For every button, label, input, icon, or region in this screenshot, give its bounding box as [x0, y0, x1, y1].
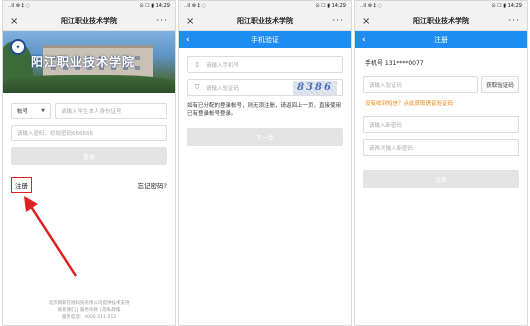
window-titlebar: × 阳江职业技术学院 ··· [179, 12, 351, 31]
account-type-select[interactable]: 帐号 ▼ [11, 103, 51, 119]
page-title: 手机验证 [251, 35, 279, 44]
back-icon[interactable]: ‹ [186, 35, 200, 45]
caret-down-icon: ▼ [41, 108, 45, 114]
close-icon[interactable]: × [186, 16, 200, 27]
id-number-input[interactable]: 请输入学生本人身份证号 [55, 103, 167, 119]
login-button[interactable]: 登录 [11, 147, 167, 165]
more-icon[interactable]: ··· [506, 17, 520, 26]
back-icon[interactable]: ‹ [362, 35, 376, 45]
status-bar: ‥il ⊗ ‡ ◌ ⊙ ☐ ▮ 14:29 [179, 1, 351, 12]
next-button[interactable]: 下一步 [187, 128, 343, 146]
trees-decoration [3, 75, 175, 93]
window-title: 阳江职业技术学院 [237, 17, 293, 25]
status-right: ⊙ ☐ ▮ 14:29 [491, 3, 522, 9]
new-password-input[interactable]: 请输入新密码 [363, 116, 519, 133]
shield-icon: ⛉ [194, 83, 200, 91]
login-form: 帐号 ▼ 请输入学生本人身份证号 请输入密码，初始密码666666 登录 [3, 93, 175, 165]
more-icon[interactable]: ··· [330, 17, 344, 26]
phone-verify-screen: ‥il ⊗ ‡ ◌ ⊙ ☐ ▮ 14:29 × 阳江职业技术学院 ··· ‹ 手… [178, 0, 352, 326]
register-screen: ‥il ⊗ ‡ ◌ ⊙ ☐ ▮ 14:29 × 阳江职业技术学院 ··· ‹ 注… [354, 0, 528, 326]
captcha-image[interactable]: 8386 [293, 80, 337, 95]
status-bar: ‥il ⊗ ‡ ◌ ⊙ ☐ ▮ 14:29 [3, 1, 175, 12]
footer: 北京网新在线科技有限公司提供技术支持 联系我们 | 服务条款 | 隐私政策 服务… [3, 300, 175, 321]
more-icon[interactable]: ··· [154, 17, 168, 26]
register-button[interactable]: 注册 [363, 170, 519, 188]
account-type-value: 帐号 [17, 109, 29, 115]
hint-text: 如有已分配的登录帐号，则无须注册，请返回上一页，直接使用已有登录帐号登录。 [187, 103, 342, 117]
phone-input[interactable]: ▯ 请输入手机号 [187, 56, 343, 73]
status-bar: ‥il ⊗ ‡ ◌ ⊙ ☐ ▮ 14:29 [355, 1, 527, 12]
page-title: 注册 [434, 35, 448, 44]
footer-phone: 服务电话：4006-511-512 [61, 315, 117, 320]
status-left: ‥il ⊗ ‡ ◌ [184, 3, 206, 9]
close-icon[interactable]: × [10, 16, 24, 27]
phone-number-label: 手机号 131****0077 [365, 60, 424, 67]
phone-placeholder: 请输入手机号 [206, 62, 240, 69]
register-link[interactable]: 注册 [11, 177, 32, 193]
login-screen: ‥il ⊗ ‡ ◌ ⊙ ☐ ▮ 14:29 × 阳江职业技术学院 ··· ✦ 阳… [2, 0, 176, 326]
school-name: 阳江职业技术学院 [31, 55, 136, 69]
footer-support: 北京网新在线科技有限公司提供技术支持 [48, 301, 130, 306]
phone-icon: ▯ [195, 61, 199, 68]
captcha-placeholder: 请输入验证码 [206, 85, 240, 92]
window-titlebar: × 阳江职业技术学院 ··· [3, 12, 175, 31]
password-input[interactable]: 请输入密码，初始密码666666 [11, 125, 167, 141]
window-title: 阳江职业技术学院 [61, 17, 117, 25]
status-left: ‥il ⊗ ‡ ◌ [8, 3, 30, 9]
window-titlebar: × 阳江职业技术学院 ··· [355, 12, 527, 31]
sms-code-input[interactable]: 请输入验证码 [363, 76, 478, 93]
status-right: ⊙ ☐ ▮ 14:29 [315, 3, 346, 9]
window-title: 阳江职业技术学院 [413, 17, 469, 25]
voice-code-link[interactable]: 没有收到短信？点此获取语音验证码 [365, 99, 519, 107]
captcha-input[interactable]: ⛉ 请输入验证码 8386 [187, 79, 343, 96]
repeat-password-input[interactable]: 请再次输入新密码 [363, 139, 519, 156]
footer-links[interactable]: 联系我们 | 服务条款 | 隐私政策 [3, 307, 175, 314]
get-code-button[interactable]: 获取验证码 [481, 76, 519, 93]
register-form: 手机号 131****0077 请输入验证码 获取验证码 没有收到短信？点此获取… [355, 48, 527, 188]
status-right: ⊙ ☐ ▮ 14:29 [139, 3, 170, 9]
forgot-password-link[interactable]: 忘记密码? [138, 180, 167, 190]
close-icon[interactable]: × [362, 16, 376, 27]
school-banner: ✦ 阳江职业技术学院 [3, 31, 175, 93]
verify-form: ▯ 请输入手机号 ⛉ 请输入验证码 8386 如有已分配的登录帐号，则无须注册，… [179, 48, 351, 146]
page-header: ‹ 手机验证 [179, 31, 351, 48]
page-header: ‹ 注册 [355, 31, 527, 48]
status-left: ‥il ⊗ ‡ ◌ [360, 3, 382, 9]
school-logo-icon: ✦ [10, 39, 26, 55]
